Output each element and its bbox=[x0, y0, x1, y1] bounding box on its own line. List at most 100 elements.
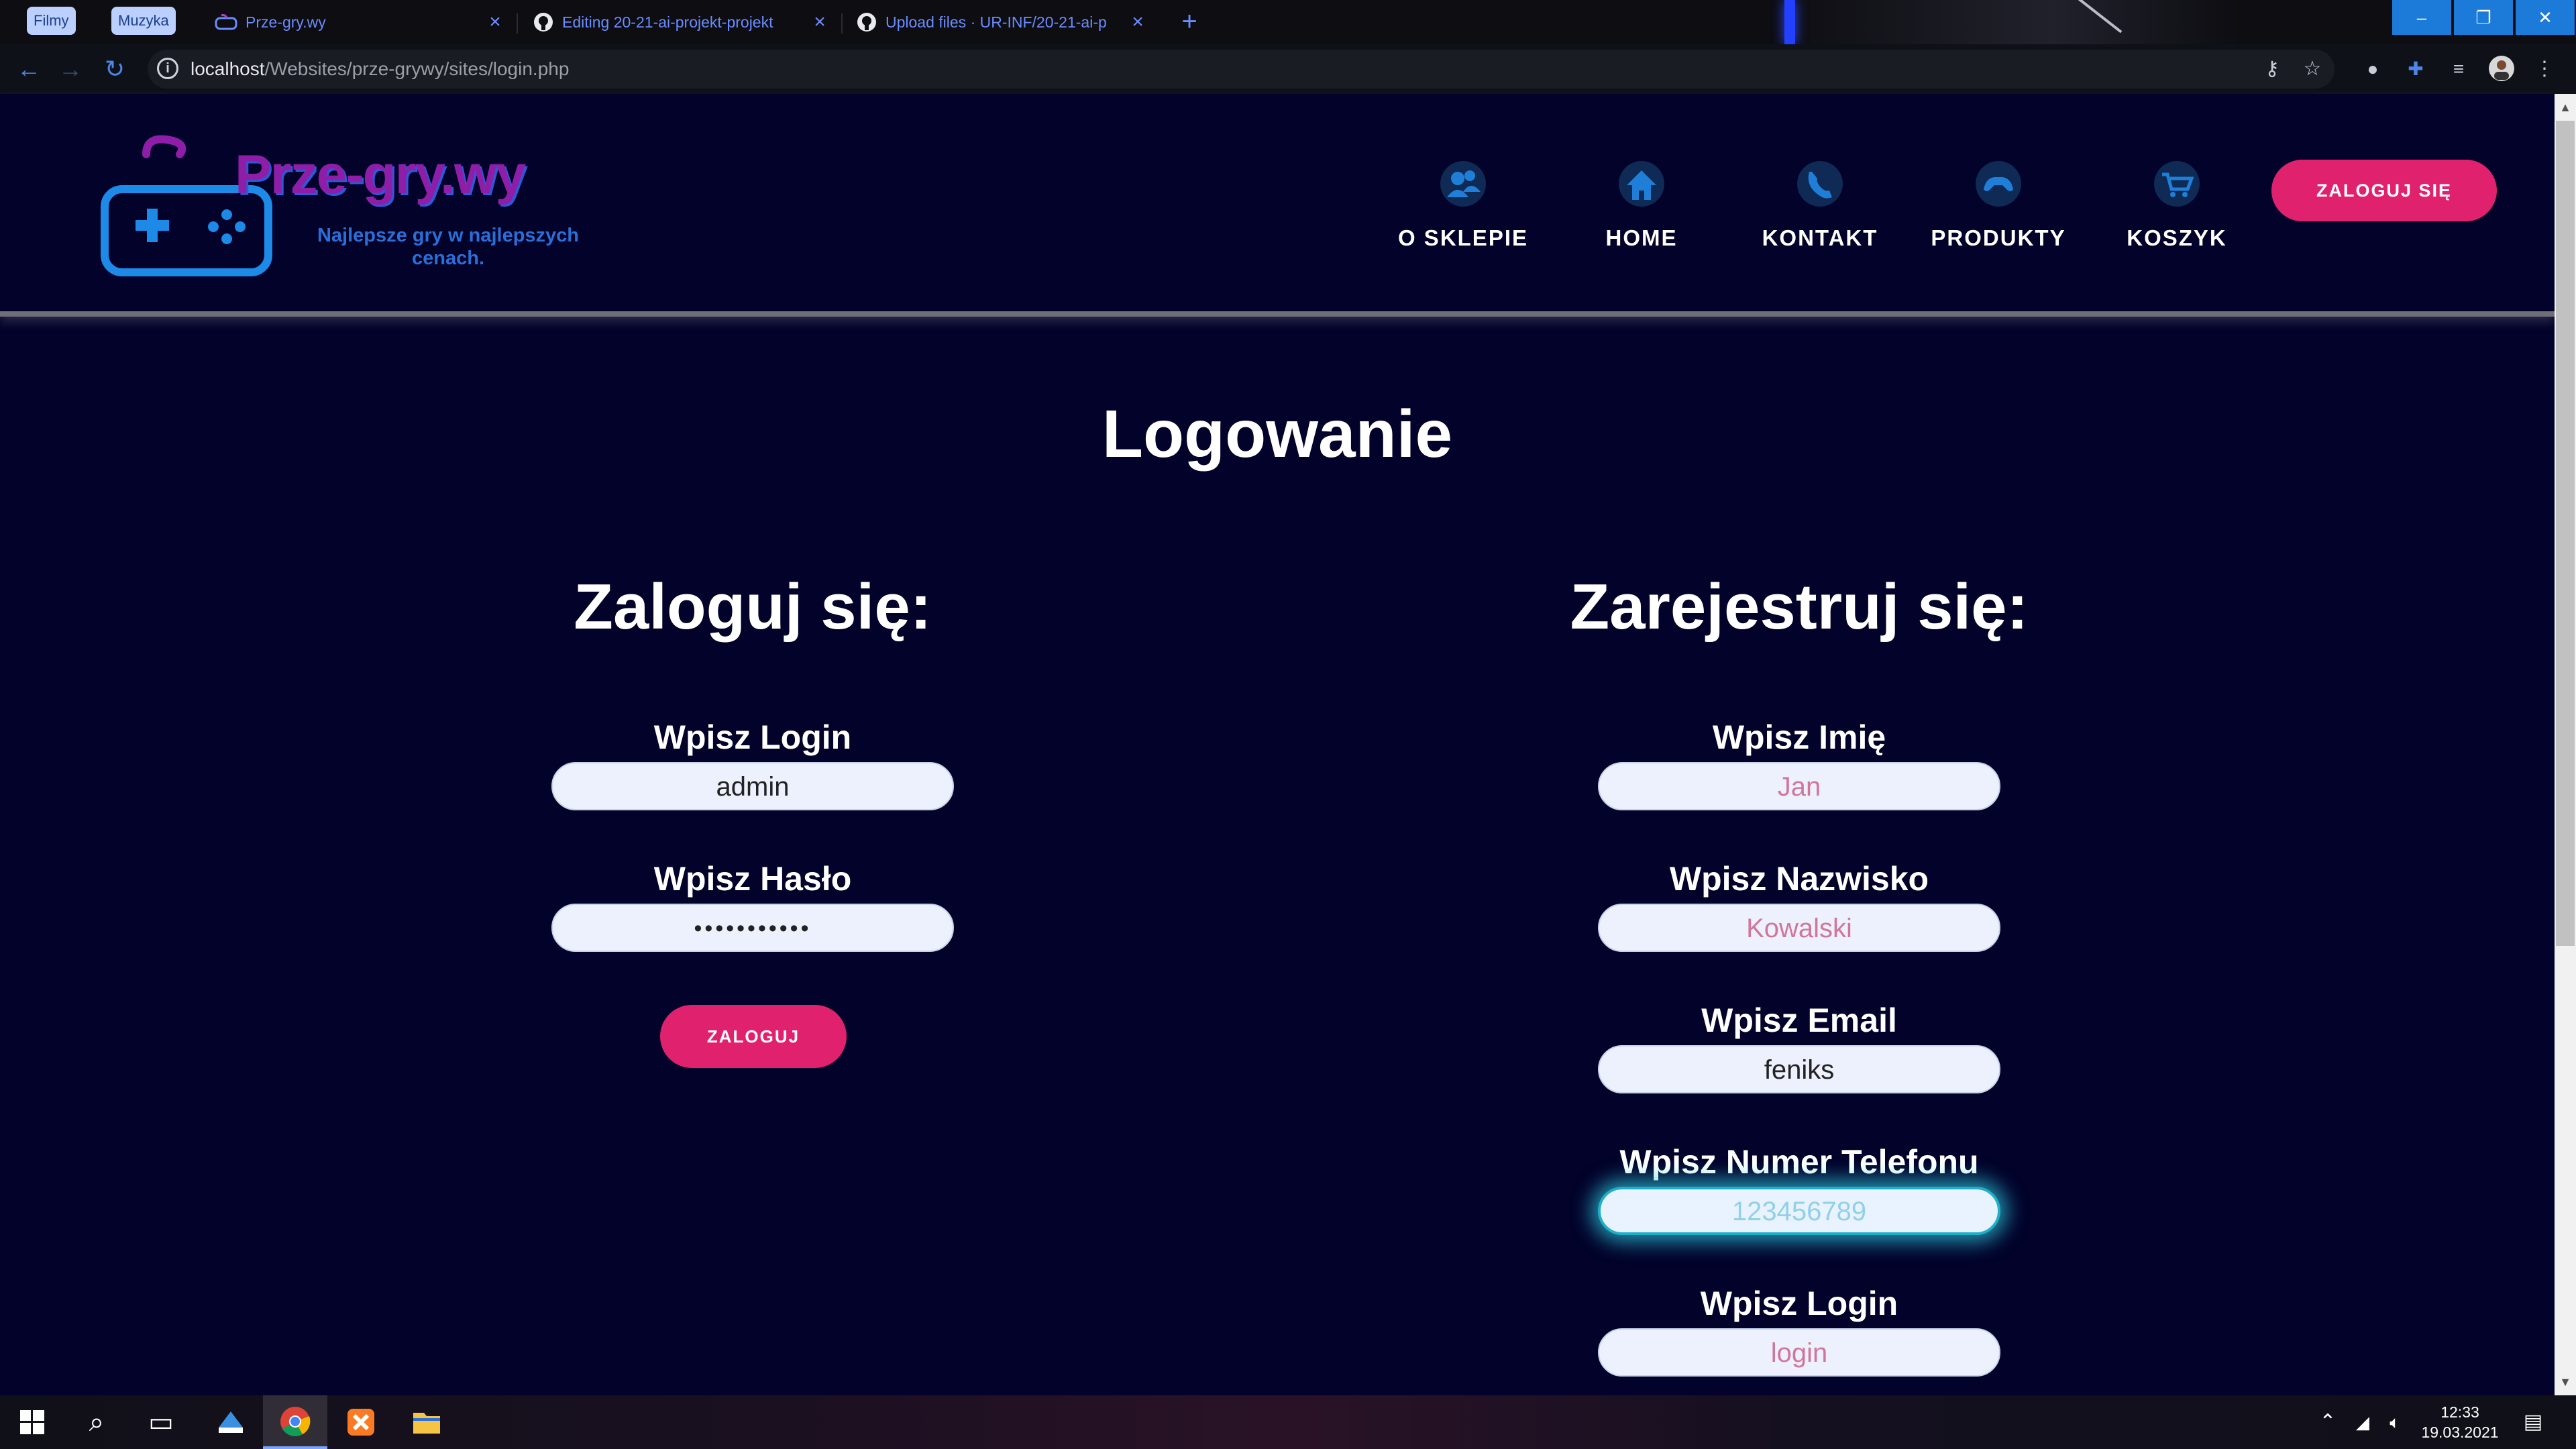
info-icon[interactable]: i bbox=[157, 58, 178, 79]
nav-item-home[interactable]: HOME bbox=[1564, 154, 1719, 255]
start-button[interactable] bbox=[0, 1395, 64, 1449]
scrollbar-thumb[interactable] bbox=[2556, 121, 2575, 946]
logo-title: Prze-gry.wy bbox=[235, 144, 526, 205]
notifications-icon[interactable]: ▤ bbox=[2513, 1395, 2553, 1449]
site-header: Prze-gry.wy Najlepsze gry w najlepszych … bbox=[0, 94, 2555, 317]
email-label: Wpisz Email bbox=[1701, 1002, 1897, 1039]
bookmark-muzyka[interactable]: Muzyka bbox=[111, 7, 176, 35]
reload-button[interactable]: ↻ bbox=[99, 54, 130, 85]
back-button[interactable]: ← bbox=[13, 54, 44, 85]
nav-label: KOSZYK bbox=[2127, 225, 2227, 250]
tab-upload[interactable]: Upload files · UR-INF/20-21-ai-p × bbox=[847, 5, 1157, 39]
wallpaper-glow bbox=[1784, 0, 1795, 44]
password-label: Wpisz Hasło bbox=[653, 860, 852, 898]
address-bar[interactable]: i localhost/Websites/prze-grywy/sites/lo… bbox=[148, 50, 2334, 89]
search-taskbar-icon[interactable]: ⌕ bbox=[64, 1395, 129, 1449]
minimize-button[interactable]: – bbox=[2392, 0, 2451, 35]
new-tab-button[interactable]: + bbox=[1173, 5, 1206, 39]
nav-item-produkty[interactable]: PRODUKTY bbox=[1921, 154, 2076, 255]
menu-kebab-icon[interactable]: ⋮ bbox=[2530, 55, 2559, 83]
taskbar-clock[interactable]: 12:33 19.03.2021 bbox=[2410, 1402, 2510, 1442]
profile-avatar[interactable] bbox=[2487, 55, 2516, 83]
tab-close-icon[interactable]: × bbox=[810, 11, 829, 34]
xampp-taskbar-icon[interactable] bbox=[329, 1395, 393, 1449]
surname-label: Wpisz Nazwisko bbox=[1669, 860, 1929, 898]
forward-button[interactable]: → bbox=[55, 54, 86, 85]
tab-przegrywy[interactable]: Prze-gry.wy × bbox=[205, 5, 514, 39]
password-field-group: Wpisz Hasło ••••••••••• bbox=[417, 859, 1088, 952]
tab-separator bbox=[517, 13, 518, 34]
login-heading: Zaloguj się: bbox=[574, 571, 932, 643]
tray-chevron-icon[interactable]: ⌃ bbox=[2313, 1395, 2343, 1449]
tagline-line-1: Najlepsze gry w najlepszych bbox=[317, 225, 580, 246]
email-input[interactable]: feniks bbox=[1598, 1045, 2000, 1093]
folder-icon bbox=[413, 1413, 440, 1434]
phone-input[interactable]: 123456789 bbox=[1598, 1187, 2000, 1235]
nav-item-o-sklepie[interactable]: O SKLEPIE bbox=[1386, 154, 1540, 255]
nav-label: KONTAKT bbox=[1762, 225, 1878, 250]
login-input[interactable]: admin bbox=[551, 762, 954, 810]
github-icon bbox=[857, 13, 876, 32]
header-login-button[interactable]: ZALOGUJ SIĘ bbox=[2271, 160, 2497, 221]
surname-input[interactable]: Kowalski bbox=[1598, 904, 2000, 952]
phone-label: Wpisz Numer Telefonu bbox=[1619, 1143, 1979, 1181]
scroll-up-arrow[interactable]: ▲ bbox=[2555, 94, 2576, 121]
chrome-taskbar-icon[interactable] bbox=[263, 1395, 327, 1449]
main-nav: O SKLEPIE HOME KONTAKT PRODUKTY KOSZYK bbox=[1386, 154, 2258, 255]
bookmark-filmy[interactable]: Filmy bbox=[27, 7, 76, 35]
media-queue-icon[interactable]: ≡ bbox=[2445, 55, 2473, 83]
close-window-button[interactable]: ✕ bbox=[2516, 0, 2575, 35]
xampp-icon bbox=[347, 1409, 374, 1436]
tagline-line-2: cenach. bbox=[412, 248, 484, 269]
scroll-down-arrow[interactable]: ▼ bbox=[2555, 1368, 2576, 1395]
register-login-label: Wpisz Login bbox=[1700, 1285, 1898, 1322]
site-logo[interactable]: Prze-gry.wy Najlepsze gry w najlepszych … bbox=[94, 114, 604, 288]
login-section: Zaloguj się: bbox=[417, 570, 1088, 657]
tab-separator bbox=[841, 13, 843, 34]
browser-tabstrip: Filmy Muzyka Prze-gry.wy × Editing 20-21… bbox=[0, 0, 2576, 44]
tab-close-icon[interactable]: × bbox=[1128, 11, 1147, 34]
volume-icon[interactable]: 🔈︎ bbox=[2380, 1395, 2410, 1449]
register-login-input[interactable]: login bbox=[1598, 1328, 2000, 1377]
nav-label: O SKLEPIE bbox=[1397, 225, 1529, 250]
register-heading: Zarejestruj się: bbox=[1570, 571, 2029, 643]
phone-field-group: Wpisz Numer Telefonu 123456789 bbox=[1464, 1142, 2135, 1235]
nav-item-kontakt[interactable]: KONTAKT bbox=[1743, 154, 1897, 255]
password-input[interactable]: ••••••••••• bbox=[551, 904, 954, 952]
browser-toolbar: ← → ↻ i localhost/Websites/prze-grywy/si… bbox=[0, 44, 2576, 137]
app-pinned-icon[interactable] bbox=[199, 1395, 263, 1449]
home-icon bbox=[1619, 161, 1664, 207]
tab-title: Editing 20-21-ai-projekt-projekt bbox=[562, 13, 773, 31]
tab-editing[interactable]: Editing 20-21-ai-projekt-projekt × bbox=[523, 5, 839, 39]
name-input[interactable]: Jan bbox=[1598, 762, 2000, 810]
puzzle-icon[interactable]: ✚ bbox=[2402, 55, 2430, 83]
register-login-field-group: Wpisz Login login bbox=[1464, 1284, 2135, 1377]
clock-date: 19.03.2021 bbox=[2421, 1424, 2499, 1441]
star-icon[interactable]: ☆ bbox=[2301, 58, 2324, 80]
url-host: localhost bbox=[191, 58, 265, 79]
tab-title: Prze-gry.wy bbox=[246, 13, 326, 31]
extension-circle-icon[interactable]: ● bbox=[2359, 55, 2387, 83]
windows-logo-icon bbox=[20, 1410, 44, 1434]
login-field-group: Wpisz Login admin bbox=[417, 718, 1088, 810]
users-icon bbox=[1440, 161, 1486, 207]
name-label: Wpisz Imię bbox=[1712, 718, 1886, 756]
logo-tagline: Najlepsze gry w najlepszych cenach. bbox=[301, 224, 596, 270]
email-field-group: Wpisz Email feniks bbox=[1464, 1001, 2135, 1093]
nav-item-koszyk[interactable]: KOSZYK bbox=[2100, 154, 2254, 255]
github-icon bbox=[534, 13, 553, 32]
gamepad-icon bbox=[1976, 161, 2021, 207]
login-submit-button[interactable]: ZALOGUJ bbox=[660, 1005, 847, 1068]
gamepad-favicon-icon bbox=[215, 14, 237, 30]
cart-icon bbox=[2154, 161, 2200, 207]
nav-label: PRODUKTY bbox=[1931, 225, 2066, 250]
wallpaper-glimpse bbox=[1771, 0, 2241, 44]
tab-close-icon[interactable]: × bbox=[486, 11, 504, 34]
address-url[interactable]: localhost/Websites/prze-grywy/sites/logi… bbox=[191, 50, 569, 89]
key-icon[interactable]: ⚷ bbox=[2261, 58, 2284, 80]
restore-button[interactable]: ❐ bbox=[2454, 0, 2513, 35]
url-path: /Websites/prze-grywy/sites/login.php bbox=[264, 58, 570, 79]
explorer-taskbar-icon[interactable] bbox=[394, 1395, 459, 1449]
network-icon[interactable]: ◢ bbox=[2348, 1395, 2377, 1449]
task-view-icon[interactable]: ▭ bbox=[129, 1395, 193, 1449]
